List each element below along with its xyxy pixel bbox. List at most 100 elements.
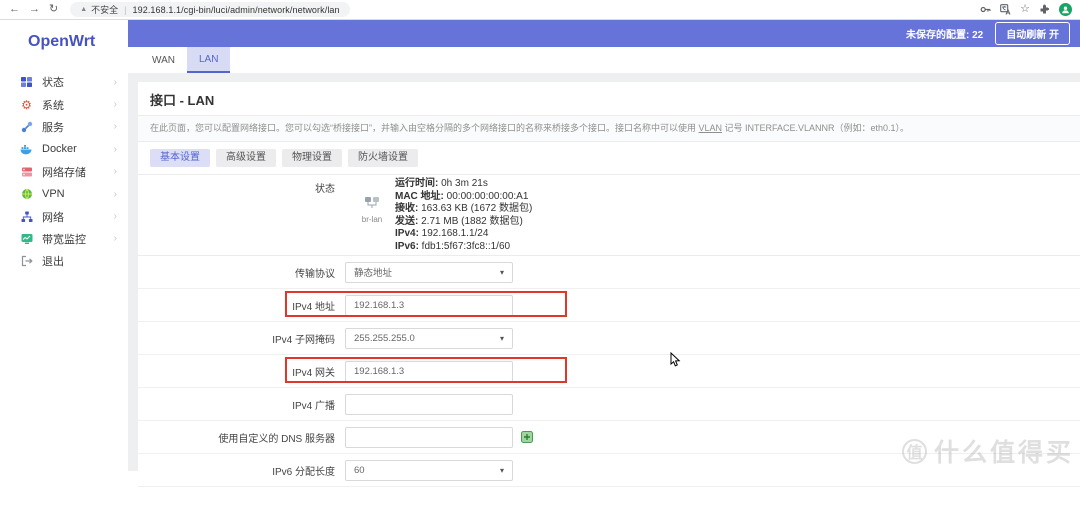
top-header-bar: 未保存的配置: 22 自动刷新 开 xyxy=(128,20,1080,47)
description-text-post: 记号 INTERFACE.VLANNR（例如：eth0.1）。 xyxy=(722,123,910,133)
person-icon xyxy=(1062,6,1069,14)
subtab-3[interactable]: 防火墙设置 xyxy=(348,149,418,167)
subtab-0[interactable]: 基本设置 xyxy=(150,149,210,167)
smzdm-watermark: 值 什么值得买 xyxy=(901,433,1074,469)
sidebar-item-nav6[interactable]: 网络 › xyxy=(0,205,128,227)
chevron-right-icon: › xyxy=(113,99,117,111)
text-input-3[interactable]: 192.168.1.3 xyxy=(345,360,513,382)
vlan-link[interactable]: VLAN xyxy=(699,123,723,133)
chevron-right-icon: › xyxy=(113,166,117,178)
sidebar-menu: 状态 › ⚙ 系统 › 服务 › Docker › 网络存储 › VPN › 网络 › 带宽监控 › 退出 xyxy=(0,71,128,273)
reload-icon[interactable]: ↻ xyxy=(49,4,58,15)
sidebar-item-nav2[interactable]: 服务 › xyxy=(0,116,128,138)
field-label: IPv4 网关 xyxy=(292,367,335,379)
sidebar-item-label: 网络存储 xyxy=(42,166,86,179)
text-input-5[interactable] xyxy=(345,426,513,448)
docker-whale-icon xyxy=(20,143,33,156)
field-control: 255.255.255.0 ▾ xyxy=(345,327,513,349)
status-key: 接收: xyxy=(395,203,419,214)
sidebar-item-label: 系统 xyxy=(42,99,64,112)
field-control: 192.168.1.3 xyxy=(345,360,513,382)
profile-avatar[interactable] xyxy=(1059,3,1072,16)
select-value: 静态地址 xyxy=(354,268,393,279)
main-content: 未保存的配置: 22 自动刷新 开 WAN LAN 接口 - LAN 在此页面，您… xyxy=(128,20,1080,524)
system-gear-icon: ⚙ xyxy=(21,97,32,112)
field-label: IPv4 子网掩码 xyxy=(272,334,335,346)
sidebar-item-docker[interactable]: Docker › xyxy=(0,138,128,160)
form-row-0: 传输协议 静态地址 ▾ xyxy=(138,256,1080,289)
page-description: 在此页面，您可以配置网络接口。您可以勾选“桥接接口”，并输入由空格分隔的多个网络… xyxy=(138,115,1080,142)
select-6[interactable]: 60 ▾ xyxy=(345,459,513,481)
settings-subtabs: 基本设置 高级设置 物理设置 防火墙设置 xyxy=(138,142,1080,175)
chevron-right-icon: › xyxy=(113,76,117,88)
sidebar-item-nav4[interactable]: 网络存储 › xyxy=(0,161,128,183)
forward-icon[interactable]: → xyxy=(29,4,40,15)
sidebar-item-nav8[interactable]: 退出 xyxy=(0,250,128,272)
tab-lan[interactable]: LAN xyxy=(186,47,231,73)
caret-down-icon: ▾ xyxy=(499,333,504,343)
status-key: IPv6: xyxy=(395,240,419,252)
page-title: 接口 - LAN xyxy=(150,93,215,108)
key-icon[interactable] xyxy=(980,4,991,15)
url-text: 192.168.1.1/cgi-bin/luci/admin/network/n… xyxy=(132,4,340,15)
status-line: 运行时间: 0h 3m 21s xyxy=(395,178,488,189)
address-bar[interactable]: ▲ 不安全 | 192.168.1.1/cgi-bin/luci/admin/n… xyxy=(70,2,350,17)
status-grid-icon xyxy=(20,76,33,89)
sidebar-item-label: 服务 xyxy=(42,121,64,134)
status-line: IPv4: 192.168.1.1/24 xyxy=(395,228,489,239)
vpn-globe-icon xyxy=(20,188,33,201)
field-label: 传输协议 xyxy=(295,268,335,280)
description-text: 在此页面，您可以配置网络接口。您可以勾选“桥接接口”，并输入由空格分隔的多个网络… xyxy=(150,123,699,133)
status-line: MAC 地址: 00:00:00:00:00:A1 xyxy=(395,190,529,202)
status-details: 运行时间: 0h 3m 21s MAC 地址: 00:00:00:00:00:A1… xyxy=(395,178,532,253)
input-value: 192.168.1.3 xyxy=(354,299,405,311)
field-control: 192.168.1.3 xyxy=(345,294,513,316)
status-section: 状态 br-lan 运行时间: 0h 3m 21s MAC 地址: 00:00:0… xyxy=(138,175,1080,256)
status-key: IPv4: xyxy=(395,228,419,239)
device-name: br-lan xyxy=(361,215,383,224)
sidebar-item-label: 网络 xyxy=(42,211,64,224)
chevron-right-icon: › xyxy=(113,188,117,200)
field-control: 60 ▾ xyxy=(345,459,513,481)
caret-down-icon: ▾ xyxy=(499,465,504,475)
field-control xyxy=(345,393,513,415)
input-value: 192.168.1.3 xyxy=(354,365,405,377)
subtab-2[interactable]: 物理设置 xyxy=(282,149,342,167)
watermark-text: 什么值得买 xyxy=(933,439,1074,467)
text-input-1[interactable]: 192.168.1.3 xyxy=(345,294,513,316)
add-entry-icon[interactable] xyxy=(521,431,533,443)
select-value: 255.255.255.0 xyxy=(354,332,415,344)
sidebar-item-nav1[interactable]: ⚙ 系统 › xyxy=(0,93,128,115)
form-row-2: IPv4 子网掩码 255.255.255.0 ▾ xyxy=(138,322,1080,355)
back-icon[interactable]: ← xyxy=(9,4,20,15)
field-label: IPv6 分配长度 xyxy=(272,466,335,478)
watermark-badge: 值 xyxy=(901,438,927,464)
services-icon xyxy=(20,120,33,133)
translate-icon[interactable] xyxy=(1000,4,1011,15)
status-line: IPv6: fdb1:5f67:3fc8::1/60 xyxy=(395,240,511,252)
select-value: 60 xyxy=(354,464,365,476)
bandwidth-monitor-icon xyxy=(20,232,33,245)
chevron-right-icon: › xyxy=(113,143,117,155)
ethernet-bridge-icon xyxy=(365,197,379,208)
sidebar-item-label: Docker xyxy=(42,143,77,156)
interface-tabstrip: WAN LAN xyxy=(128,47,1080,73)
bookmark-star-icon[interactable]: ☆ xyxy=(1020,4,1030,15)
sidebar-item-nav0[interactable]: 状态 › xyxy=(0,71,128,93)
sidebar-item-vpn[interactable]: VPN › xyxy=(0,183,128,205)
text-input-4[interactable] xyxy=(345,393,513,415)
unsaved-config-label[interactable]: 未保存的配置: 22 xyxy=(906,26,983,41)
auto-refresh-button[interactable]: 自动刷新 开 xyxy=(995,22,1070,45)
subtab-1[interactable]: 高级设置 xyxy=(216,149,276,167)
sidebar-item-nav7[interactable]: 带宽监控 › xyxy=(0,228,128,250)
extensions-puzzle-icon[interactable] xyxy=(1039,4,1050,15)
status-key: 发送: xyxy=(395,215,419,227)
select-0[interactable]: 静态地址 ▾ xyxy=(345,261,513,283)
select-2[interactable]: 255.255.255.0 ▾ xyxy=(345,327,513,349)
tab-wan[interactable]: WAN xyxy=(140,47,187,73)
field-label: IPv4 地址 xyxy=(292,301,335,313)
field-label: IPv4 广播 xyxy=(292,400,335,412)
status-line: 接收: 163.63 KB (1672 数据包) xyxy=(395,203,533,214)
status-key: 运行时间: xyxy=(395,178,439,189)
field-label: 使用自定义的 DNS 服务器 xyxy=(218,433,335,445)
